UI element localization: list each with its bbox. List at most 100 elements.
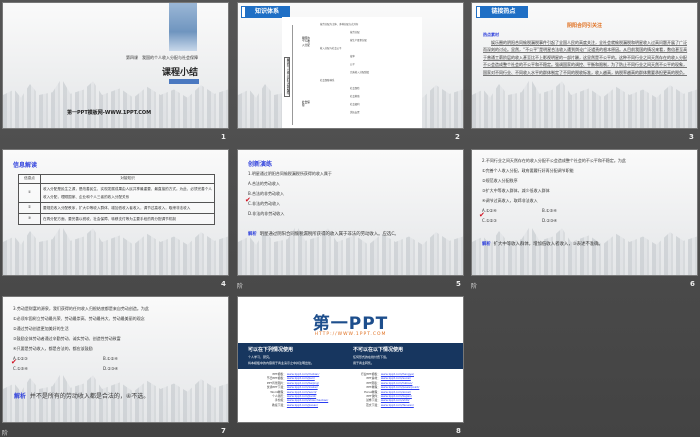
option-b: B.合法的非劳动收入 xyxy=(248,191,285,196)
brand-url: HTTP://WWW.1PPT.COM xyxy=(314,332,387,337)
option-b: B.①②④ xyxy=(103,356,118,361)
statement: ③扩大中等收入群体，减少低收入群体 xyxy=(482,188,550,193)
footer-text: 第一PPT模板网-WWW.1PPT.COM xyxy=(67,110,152,116)
table-header: 对接知识 xyxy=(40,174,215,184)
slide-thumbnail-1[interactable]: 第四课 我国的个人收入分配与社会保障 课程小结 第一PPT模板网-WWW.1PP… xyxy=(2,2,229,129)
brand-logo: 第一PPT xyxy=(312,314,389,334)
photo-block xyxy=(169,3,197,51)
option-c: C.非法的劳动收入 xyxy=(248,201,281,206)
link[interactable]: www.1ppt.com/kejian/ xyxy=(381,394,412,398)
option-d: D.②③④ xyxy=(542,218,558,223)
answer-explanation: 解析 扩大中等收入群体，增加低收入者收入，③表述不准确。 xyxy=(482,242,691,249)
link[interactable]: www.1ppt.com/beijing/ xyxy=(287,381,319,385)
link[interactable]: www.1ppt.com/xiazai/ xyxy=(287,385,318,389)
allowed-item: 个人学习、研究。 xyxy=(248,355,273,359)
answer-label: 解析 xyxy=(248,232,257,237)
link[interactable]: www.1ppt.com/excel/ xyxy=(381,390,411,394)
link[interactable]: www.1ppt.com/powerpoint/ xyxy=(381,385,419,389)
disallowed-usage: 不可以在以下情况使用 任何形式的在线付费下载。 用于商业转售。 xyxy=(353,346,453,365)
city-skyline-background xyxy=(238,225,463,275)
node: 社会保险 xyxy=(350,87,360,90)
statement: ③鼓励全体劳动者通过辛勤劳动、诚实劳动、创造性劳动致富 xyxy=(13,336,121,341)
option-c: C.①③④ xyxy=(13,366,28,371)
question-block: 2.不同行业之间天然存在的收入分配不公会造成整个社会的不公平和不稳定。为此 ①完… xyxy=(482,156,691,226)
slide-thumbnail-6[interactable]: 2.不同行业之间天然存在的收入分配不公会造成整个社会的不公平和不稳定。为此 ①完… xyxy=(471,149,698,276)
animation-icon[interactable]: 阶 xyxy=(237,281,243,290)
node: 优抚安置 xyxy=(350,111,360,114)
slide-heading: 创新演练 xyxy=(248,161,273,168)
answer-label: 解析 xyxy=(482,242,491,247)
disallowed-title: 不可以在以下情况使用 xyxy=(353,347,404,353)
link[interactable]: www.1ppt.com/word/ xyxy=(287,390,317,394)
slide-thumbnail-8[interactable]: 第一PPT HTTP://WWW.1PPT.COM 可以在下列情况使用 个人学习… xyxy=(237,296,464,423)
answer-explanation: 解析 并不是所有的劳动收入都是合法的，④不选。 xyxy=(14,391,149,400)
slide-number: 6 xyxy=(690,280,695,288)
city-skyline-background xyxy=(472,78,697,128)
slide-thumbnail-3[interactable]: 链接热点 阴阳合同引关注 热点素材 娱乐圈的阴阳合同偷税漏税事件引起了全国人民的… xyxy=(471,2,698,129)
answer-text: 并不是所有的劳动收入都是合法的，④不选。 xyxy=(29,393,150,400)
node: 社会保障体系 xyxy=(320,79,335,82)
slide-thumbnail-4[interactable]: 信息解读 信息点 对接知识 ① 收入分配是民生之源，是改善民生、实现发展成果由人民共… xyxy=(2,149,229,276)
table-cell: 要规范收入分配秩序，扩大中等收入群体，增加低收入者收入，调节过高收入，取缔非法收… xyxy=(40,201,215,214)
animation-icon[interactable]: 阶 xyxy=(2,428,8,437)
link[interactable]: www.1ppt.com/jiaoan/ xyxy=(287,403,318,407)
question-text: 1.明星通过阴阳合同偷税漏税所获得的收入属于 xyxy=(248,171,332,176)
link[interactable]: www.1ppt.com/tubiao/ xyxy=(381,381,413,385)
link[interactable]: www.1ppt.com/jieri/ xyxy=(287,376,315,380)
link-list-right: 行业PPT模板： www.1ppt.com/hangye/PPT素材： www.… xyxy=(356,372,419,407)
section-tag: 知识体系 xyxy=(240,6,291,18)
link-label: 范文下载： xyxy=(366,402,380,407)
info-table: 信息点 对接知识 ① 收入分配是民生之源，是改善民生、实现发展成果由人民共享最重要、… xyxy=(18,174,215,225)
allowed-title: 可以在下列情况使用 xyxy=(248,347,294,353)
table-cell: ② xyxy=(18,201,41,214)
option-a: A.①②③ xyxy=(13,356,28,361)
answer-label: 解析 xyxy=(14,393,27,400)
table-row: ① 收入分配是民生之源，是改善民生、实现发展成果由人民共享最重要、最直接的方式。为… xyxy=(18,182,215,203)
option-c: C.①②③ xyxy=(482,218,497,223)
slide-number: 8 xyxy=(456,427,461,435)
node: 效率 xyxy=(350,55,355,58)
slide-number: 3 xyxy=(689,133,694,141)
node: 社会救助 xyxy=(350,95,360,98)
node: 按生产要素分配 xyxy=(350,39,367,42)
link[interactable]: www.1ppt.com/shouchaobao/ xyxy=(287,398,328,402)
disallowed-item: 用于商业转售。 xyxy=(353,361,375,365)
slide-thumbnail-2[interactable]: 知识体系 我国的个人收入分配与社会保障 我国的个人收入分配 社会保障 按劳分配为… xyxy=(237,2,464,129)
slide-title: 课程小结 xyxy=(161,68,198,78)
table-row: ③ 在再分配方面，要完善以税收、社会保障、转移支付等为主要手段的再分配调节机制 xyxy=(18,212,215,225)
link[interactable]: www.1ppt.com/fanwen/ xyxy=(381,403,414,407)
slide-number: 5 xyxy=(456,280,461,288)
slide-number: 2 xyxy=(455,133,460,141)
chapter-subtitle: 第四课 我国的个人收入分配与社会保障 xyxy=(126,55,198,60)
slide-thumbnail-5[interactable]: 创新演练 1.明星通过阴阳合同偷税漏税所获得的收入属于 A.合法的劳动收入 B.… xyxy=(237,149,464,276)
node: 公平 xyxy=(350,63,355,66)
table-cell: 收入分配是民生之源，是改善民生、实现发展成果由人民共享最重要、最直接的方式。为此… xyxy=(40,182,215,203)
section-tag: 链接热点 xyxy=(476,6,528,18)
link[interactable]: www.1ppt.com/hangye/ xyxy=(381,372,414,376)
option-d: D.非法的非劳动收入 xyxy=(248,211,285,216)
hot-topic-subheading: 热点素材 xyxy=(483,32,499,37)
link[interactable]: www.1ppt.com/shiti/ xyxy=(381,398,410,402)
allowed-usage: 可以在下列情况使用 个人学习、研究。 将本模板中的内容用于商业演示之中并注明出处… xyxy=(248,346,338,365)
link[interactable]: www.1ppt.com/jianli/ xyxy=(287,394,316,398)
link[interactable]: www.1ppt.com/moban/ xyxy=(287,372,319,376)
statement: ②通过劳动创造更加美好的生活 xyxy=(13,326,69,331)
table-header: 信息点 xyxy=(18,174,41,184)
answer-text: 扩大中等收入群体，增加低收入者收入，③表述不准确。 xyxy=(493,242,603,247)
checkmark-icon: ✔ xyxy=(245,196,251,204)
slide-thumbnail-7[interactable]: 3.劳动是财富的源泉，我们获得的任何收入归根结底都是来自劳动创造。为此 ①必须牢… xyxy=(2,296,229,423)
node: 按劳分配 xyxy=(350,31,360,34)
slide-number: 4 xyxy=(221,280,226,288)
link-list-left: PPT模板： www.1ppt.com/moban/节日PPT模板： www.1… xyxy=(262,372,328,407)
option-a: A.①②④ xyxy=(482,208,497,213)
mind-map: 我国的个人收入分配与社会保障 我国的个人收入分配 社会保障 按劳分配为主体、多种… xyxy=(282,17,422,128)
statement: ②规范收入分配秩序 xyxy=(482,178,518,183)
allowed-item: 将本模板中的内容用于商业演示之中并注明出处。 xyxy=(248,361,315,365)
table-cell: ③ xyxy=(18,212,41,225)
option-d: D.②③④ xyxy=(103,366,119,371)
link[interactable]: www.1ppt.com/sucai/ xyxy=(381,376,411,380)
animation-icon[interactable]: 阶 xyxy=(471,281,477,290)
slide-heading: 信息解读 xyxy=(13,162,38,169)
checkmark-icon: ✔ xyxy=(479,211,485,219)
question-block: 1.明星通过阴阳合同偷税漏税所获得的收入属于 A.合法的劳动收入 B.合法的非劳… xyxy=(248,169,332,219)
